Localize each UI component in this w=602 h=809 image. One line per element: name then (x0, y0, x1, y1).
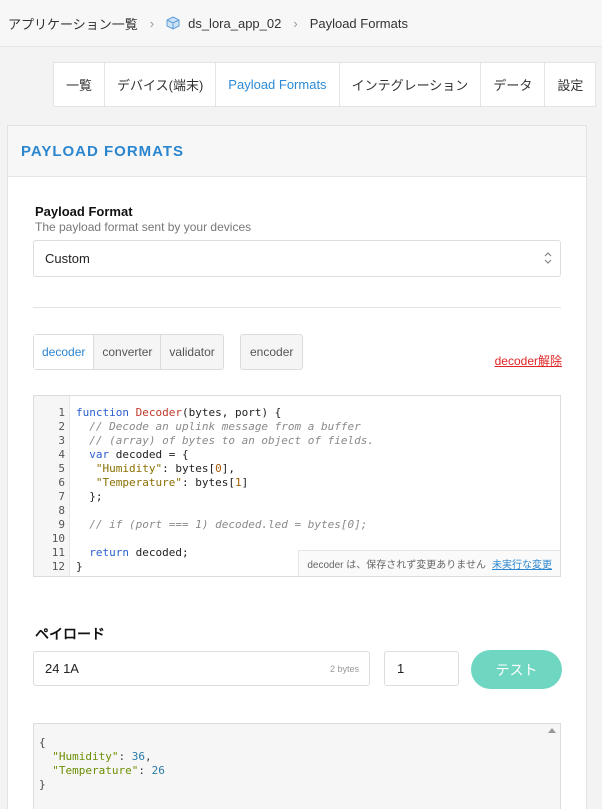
output-key: "Temperature" (52, 764, 139, 777)
line-gutter: 1 2 3 4 5 6 7 8 9 10 11 12 (34, 396, 70, 576)
line-number: 5 (58, 462, 65, 475)
chevron-right-icon: › (293, 15, 298, 31)
line-number: 2 (58, 420, 65, 433)
payload-formats-card: PAYLOAD FORMATS Payload Format The paylo… (7, 125, 587, 809)
line-number: 10 (51, 532, 65, 545)
format-select-value: Custom (45, 251, 90, 266)
editor-status-text: decoder は、保存されず変更ありません (307, 560, 486, 571)
scroll-up-icon[interactable] (548, 728, 556, 733)
output-key: "Humidity" (52, 750, 119, 763)
output-line: { (39, 736, 46, 749)
code-comment: // Decode an uplink message from a buffe… (89, 420, 361, 433)
code-token: function (76, 406, 129, 419)
breadcrumb-applications[interactable]: アプリケーション一覧 (8, 14, 138, 33)
line-number: 9 (58, 518, 65, 531)
breadcrumb-app[interactable]: ds_lora_app_02 (188, 16, 281, 31)
code-comment: // (array) of bytes to an object of fiel… (89, 434, 375, 447)
tab-integrations[interactable]: インテグレーション (340, 63, 482, 106)
code-line: }; (76, 490, 103, 503)
payload-bytes-count: 2 bytes (329, 663, 359, 674)
tab-devices[interactable]: デバイス(端末) (105, 63, 217, 106)
line-number: 1 (58, 406, 65, 419)
code-line: function Decoder(bytes, port) { (76, 406, 282, 419)
code-editor[interactable]: 1 2 3 4 5 6 7 8 9 10 11 12 function Deco… (33, 395, 561, 577)
code-string: "Temperature" (95, 476, 182, 489)
port-input[interactable]: 1 (384, 651, 459, 686)
cube-icon (166, 16, 180, 30)
code-line: } (76, 560, 83, 573)
output-line: } (39, 778, 46, 791)
output-brace-open: { (39, 736, 46, 749)
format-select[interactable]: Custom (33, 240, 561, 277)
divider (33, 307, 561, 308)
card-title: PAYLOAD FORMATS (21, 142, 185, 160)
code-line: "Temperature": bytes[1] (95, 476, 249, 489)
payload-value: 24 1A (45, 661, 79, 676)
code-token: Decoder (135, 406, 182, 419)
editor-status-link[interactable]: 未実行な変更 (492, 556, 552, 571)
select-arrows-icon (544, 251, 552, 265)
payload-input[interactable]: 24 1A 2 bytes (33, 651, 370, 686)
code-string: "Humidity" (95, 462, 163, 475)
code-line: return decoded; (89, 546, 189, 559)
tab-encoder[interactable]: encoder (240, 334, 304, 370)
output-brace-close: } (39, 778, 46, 791)
output-value: 36 (131, 750, 145, 763)
line-number: 3 (58, 434, 65, 447)
tab-bar: 一覧 デバイス(端末) Payload Formats インテグレーション デー… (53, 62, 597, 107)
line-number: 11 (51, 546, 65, 559)
format-description: The payload format sent by your devices (35, 220, 252, 234)
code-comment: // if (port === 1) decoded.led = bytes[0… (89, 518, 368, 531)
editor-status-bar: decoder は、保存されず変更ありません 未実行な変更 (298, 550, 560, 576)
remove-decoder-link[interactable]: decoder解除 (495, 352, 562, 369)
code-line: // if (port === 1) decoded.led = bytes[0… (76, 518, 367, 531)
code-token: return (89, 546, 129, 559)
tab-validator[interactable]: validator (161, 335, 222, 369)
port-value: 1 (397, 661, 405, 676)
code-line: "Humidity": bytes[0], (95, 462, 235, 475)
code-number: 1 (234, 476, 242, 489)
output-line: "Humidity": 36, (52, 750, 152, 763)
payload-title: ペイロード (35, 626, 105, 642)
code-line: // (array) of bytes to an object of fiel… (76, 434, 374, 447)
output-line: "Temperature": 26 (52, 764, 165, 777)
chevron-right-icon: › (149, 15, 155, 31)
tab-settings[interactable]: 設定 (545, 63, 595, 106)
function-tabs: decoder converter validator (33, 334, 224, 370)
code-line: // Decode an uplink message from a buffe… (76, 420, 361, 433)
code-token: var (89, 448, 110, 461)
output-value: 26 (151, 764, 165, 777)
line-number: 6 (58, 476, 65, 489)
test-button[interactable]: テスト (471, 650, 562, 689)
tab-overview[interactable]: 一覧 (54, 63, 106, 106)
code-number: 0 (215, 462, 222, 475)
tab-payload-formats[interactable]: Payload Formats (216, 63, 340, 106)
card-header: PAYLOAD FORMATS (8, 126, 586, 177)
line-number: 7 (58, 490, 65, 503)
tab-data[interactable]: データ (481, 63, 546, 106)
tab-converter[interactable]: converter (94, 335, 162, 369)
decoded-output: { "Humidity": 36, "Temperature": 26 } (33, 723, 561, 809)
breadcrumb: アプリケーション一覧 › ds_lora_app_02 › Payload Fo… (0, 0, 602, 47)
line-number: 8 (58, 504, 65, 517)
breadcrumb-current: Payload Formats (309, 15, 408, 31)
format-label: Payload Format (35, 204, 133, 219)
line-number: 12 (51, 560, 65, 573)
line-number: 4 (58, 448, 65, 461)
code-line: var decoded = { (89, 448, 189, 461)
tab-decoder[interactable]: decoder (34, 335, 95, 369)
